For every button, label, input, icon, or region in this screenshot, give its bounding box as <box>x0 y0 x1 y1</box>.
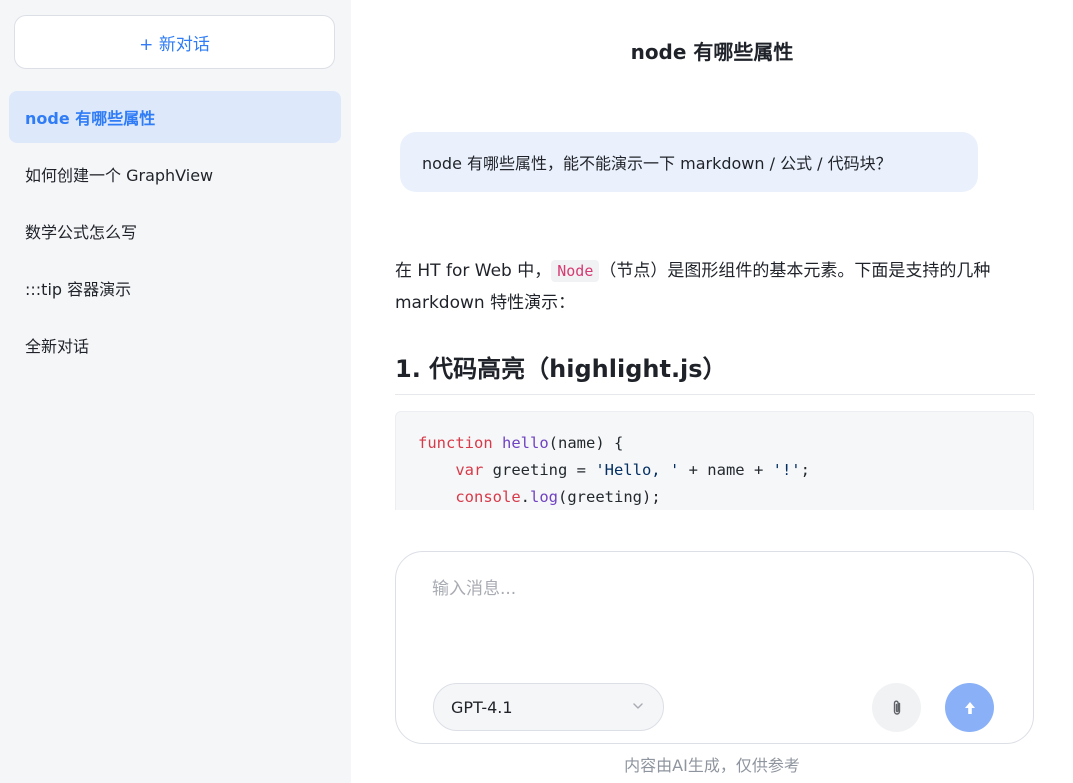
sidebar-item-math-formula[interactable]: 数学公式怎么写 <box>9 205 341 257</box>
answer-heading: 1. 代码高亮（highlight.js） <box>395 349 1035 395</box>
code-token: log <box>530 488 558 506</box>
paperclip-icon <box>893 700 900 715</box>
message-input[interactable] <box>432 574 992 664</box>
chat-app: + 新对话 node 有哪些属性 如何创建一个 GraphView 数学公式怎么… <box>0 0 1073 783</box>
composer: GPT-4.1 <box>395 551 1034 744</box>
model-select-value: GPT-4.1 <box>451 697 513 717</box>
code-line: function hello(name) { <box>418 434 624 452</box>
sidebar-item-label: 全新对话 <box>25 337 90 356</box>
code-line: console.log(greeting); <box>455 488 661 506</box>
code-block: function hello(name) { var greeting = 'H… <box>395 411 1034 510</box>
model-select[interactable]: GPT-4.1 <box>433 683 664 731</box>
sidebar-item-graphview[interactable]: 如何创建一个 GraphView <box>9 148 341 200</box>
attach-button[interactable] <box>872 683 921 732</box>
user-message: node 有哪些属性，能不能演示一下 markdown / 公式 / 代码块？ <box>400 132 978 192</box>
assistant-message: 在 HT for Web 中， Node （节点）是图形组件的基本元素。下面是支持的… <box>395 255 1035 510</box>
inline-code: Node <box>551 260 600 282</box>
chevron-down-icon <box>633 703 643 709</box>
sidebar-item-label: 数学公式怎么写 <box>25 223 138 242</box>
ai-disclaimer: 内容由AI生成，仅供参考 <box>624 756 800 775</box>
arrow-up-icon <box>964 701 975 714</box>
answer-intro-text: 在 HT for Web 中， <box>395 261 552 281</box>
sidebar-item-label: :::tip 容器演示 <box>25 280 132 299</box>
code-line: var greeting = 'Hello, ' + name + '!'; <box>455 461 810 479</box>
code-token: function <box>418 434 493 452</box>
sidebar: + 新对话 node 有哪些属性 如何创建一个 GraphView 数学公式怎么… <box>0 0 351 783</box>
sidebar-item-tip-container[interactable]: :::tip 容器演示 <box>9 262 341 314</box>
new-chat-button[interactable]: + 新对话 <box>14 15 335 69</box>
answer-intro: 在 HT for Web 中， Node （节点）是图形组件的基本元素。下面是支持的… <box>395 255 1035 319</box>
code-token: console <box>455 488 521 506</box>
sidebar-item-node-properties[interactable]: node 有哪些属性 <box>9 91 341 143</box>
code-token: var <box>455 461 484 479</box>
sidebar-item-new-conversation[interactable]: 全新对话 <box>9 319 341 371</box>
code-token: hello <box>502 434 549 452</box>
sidebar-item-label: 如何创建一个 GraphView <box>25 166 214 185</box>
code-token: 'Hello, ' <box>595 461 680 479</box>
chat-panel: node 有哪些属性 node 有哪些属性，能不能演示一下 markdown /… <box>351 0 1073 783</box>
send-button[interactable] <box>945 683 994 732</box>
sidebar-item-label: node 有哪些属性 <box>25 109 156 128</box>
code-token: '!' <box>772 461 801 479</box>
page-title: node 有哪些属性 <box>630 40 794 64</box>
